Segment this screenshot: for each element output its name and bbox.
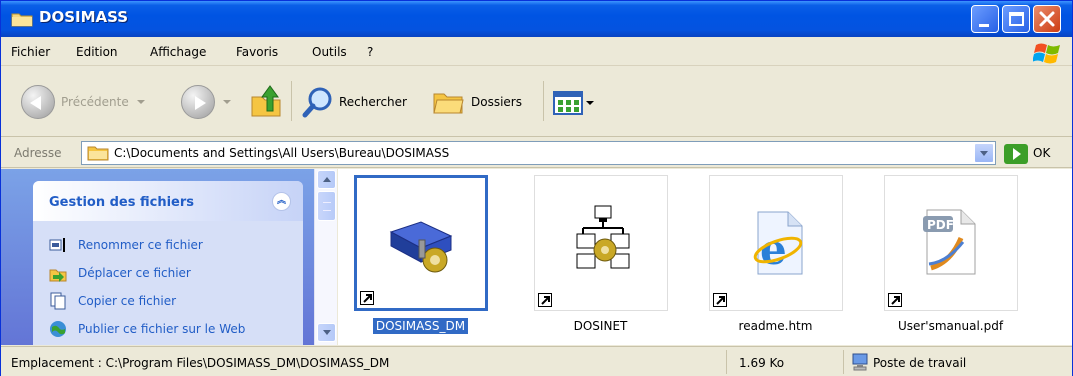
toolbar [1, 67, 1072, 137]
task-move-label: Déplacer ce fichier [78, 266, 191, 280]
shortcut-arrow-icon [538, 293, 552, 307]
address-input[interactable]: C:\Documents and Settings\All Users\Bure… [81, 141, 996, 165]
menu-affichage[interactable]: Affichage [150, 45, 206, 59]
file-item[interactable]: DOSIMASS_DM [338, 173, 488, 334]
status-zone: Poste de travail [873, 356, 967, 370]
svg-text:e: e [760, 225, 787, 274]
maximize-icon [1009, 12, 1024, 26]
task-rename-label: Renommer ce fichier [78, 238, 203, 252]
go-button[interactable]: OK [1033, 146, 1050, 160]
task-copy-file[interactable]: Copier ce fichier [49, 291, 176, 311]
explorer-window: DOSIMASS Fichier Edition Affichage Favor… [0, 0, 1073, 376]
address-label: Adresse [14, 146, 62, 160]
close-button[interactable] [1033, 5, 1061, 33]
forward-arrow-icon [181, 85, 215, 119]
up-folder-icon[interactable] [249, 83, 283, 119]
file-thumbnail[interactable]: e [709, 175, 843, 311]
chevron-down-icon [586, 101, 594, 105]
address-dropdown-button[interactable] [974, 143, 994, 163]
file-name: DOSIMASS_DM [372, 318, 469, 334]
chevron-down-icon [136, 100, 145, 104]
address-bar: Adresse C:\Documents and Settings\All Us… [1, 138, 1072, 168]
menu-outils[interactable]: Outils [312, 45, 347, 59]
dosinet-network-icon [576, 205, 630, 269]
title-bar[interactable]: DOSIMASS [1, 1, 1072, 37]
status-divider [726, 350, 727, 374]
scroll-down-button[interactable] [317, 323, 336, 342]
status-size: 1.69 Ko [739, 356, 785, 370]
folders-label: Dossiers [471, 95, 522, 109]
file-thumbnail[interactable] [534, 175, 668, 311]
pdf-icon: PDF [923, 209, 976, 275]
minimize-icon [979, 24, 989, 27]
file-tasks-header[interactable]: Gestion des fichiers ︽ [33, 181, 303, 221]
close-icon [1039, 11, 1055, 27]
status-bar: Emplacement : C:\Program Files\DOSIMASS_… [1, 346, 1072, 376]
chevron-down-icon [223, 100, 231, 104]
toolbar-separator [291, 81, 292, 121]
dosimass-app-icon [389, 221, 453, 273]
copy-icon [50, 292, 66, 310]
file-item[interactable]: PDF User'smanual.pdf [868, 173, 1018, 333]
rename-icon [49, 238, 65, 252]
address-value: C:\Documents and Settings\All Users\Bure… [114, 146, 450, 160]
toolbar-separator [543, 81, 544, 121]
task-copy-label: Copier ce fichier [78, 294, 177, 308]
folder-icon [11, 13, 33, 27]
task-publish-web[interactable]: Publier ce fichier sur le Web [49, 319, 245, 339]
file-name: readme.htm [738, 319, 813, 333]
task-pane: Gestion des fichiers ︽ Renommer ce fichi… [1, 169, 314, 345]
file-item[interactable]: e readme.htm [693, 173, 843, 333]
task-publish-label: Publier ce fichier sur le Web [78, 322, 246, 336]
menu-fichier[interactable]: Fichier [11, 45, 50, 59]
folders-button[interactable]: Dossiers [431, 85, 522, 119]
file-thumbnail[interactable] [354, 175, 488, 311]
minimize-button[interactable] [971, 5, 999, 33]
collapse-chevron-icon[interactable]: ︽ [272, 192, 291, 211]
menu-edition[interactable]: Edition [76, 45, 118, 59]
back-label: Précédente [61, 95, 129, 109]
search-button[interactable]: Rechercher [301, 85, 407, 119]
maximize-button[interactable] [1002, 5, 1030, 33]
my-computer-icon [852, 353, 868, 371]
menu-bar: Fichier Edition Affichage Favoris Outils… [1, 38, 1072, 66]
go-arrow-icon[interactable] [1004, 144, 1028, 164]
shortcut-arrow-icon [713, 293, 727, 307]
views-button[interactable] [553, 91, 594, 115]
status-location: Emplacement : C:\Program Files\DOSIMASS_… [11, 356, 390, 370]
task-pane-scrollbar[interactable] [314, 169, 337, 345]
menu-help[interactable]: ? [367, 45, 373, 59]
scroll-up-button[interactable] [317, 170, 336, 189]
back-button[interactable]: Précédente [21, 85, 145, 119]
file-thumbnail[interactable]: PDF [884, 175, 1018, 311]
internet-explorer-icon: e [753, 211, 803, 275]
move-icon [49, 269, 67, 282]
shortcut-arrow-icon [360, 291, 374, 305]
file-item[interactable]: DOSINET [518, 173, 668, 333]
search-icon [302, 87, 332, 118]
menu-favoris[interactable]: Favoris [236, 45, 278, 59]
windows-logo-icon [1033, 43, 1060, 64]
folder-icon [87, 146, 109, 161]
back-arrow-icon [21, 85, 55, 119]
file-name: User'smanual.pdf [897, 319, 1004, 333]
folders-icon [433, 93, 464, 114]
window-title: DOSIMASS [39, 8, 129, 26]
file-tasks-title: Gestion des fichiers [49, 195, 195, 210]
task-rename-file[interactable]: Renommer ce fichier [49, 235, 203, 255]
views-icon [553, 91, 583, 115]
file-name: DOSINET [573, 319, 628, 333]
file-view: DOSIMASS_DM DOSINET e readme.htm PDF Use… [338, 169, 1072, 345]
svg-text:PDF: PDF [927, 218, 954, 232]
forward-button[interactable] [181, 85, 231, 119]
status-divider [843, 350, 844, 374]
web-publish-icon [50, 321, 66, 337]
shortcut-arrow-icon [888, 293, 902, 307]
search-label: Rechercher [339, 95, 407, 109]
scroll-thumb[interactable] [317, 191, 336, 221]
task-move-file[interactable]: Déplacer ce fichier [49, 263, 191, 283]
file-tasks-panel: Gestion des fichiers ︽ Renommer ce fichi… [33, 181, 303, 345]
